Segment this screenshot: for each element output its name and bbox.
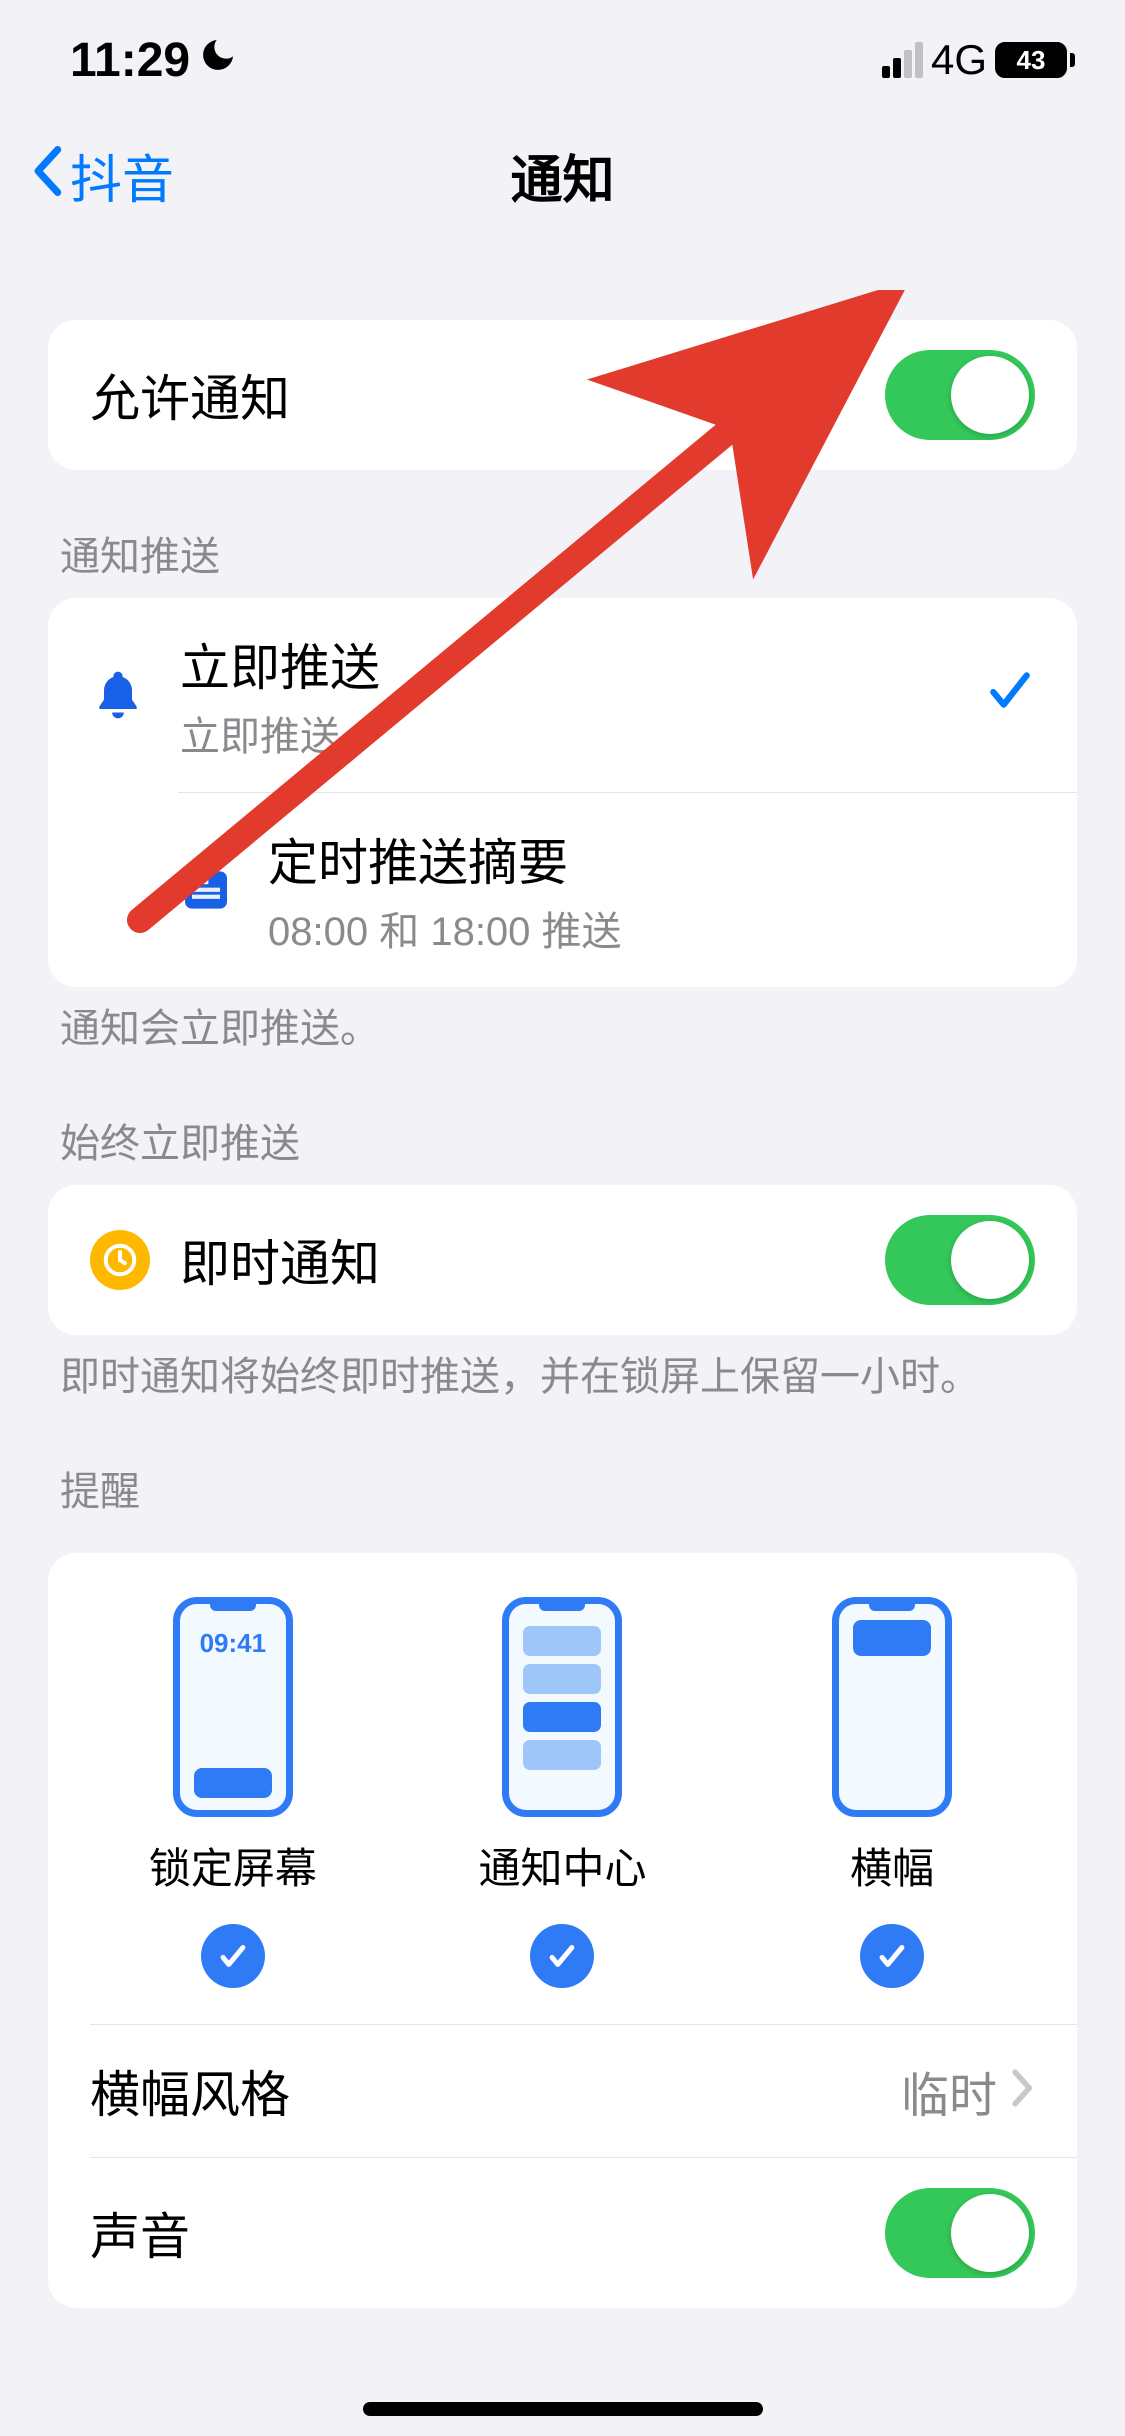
lock-screen-check-icon	[201, 1924, 265, 1988]
alert-style-picker: 09:41 锁定屏幕 通知中心	[48, 1553, 1077, 2024]
alerts-header: 提醒	[48, 1405, 1077, 1533]
lock-screen-glyph: 09:41	[173, 1597, 293, 1817]
delivery-header: 通知推送	[48, 470, 1077, 598]
notification-center-label: 通知中心	[478, 1835, 646, 1896]
delivery-group: 立即推送 立即推送 定时推送摘要 08:00 和 18:00 推送	[48, 598, 1077, 987]
allow-notifications-group: 允许通知	[48, 320, 1077, 470]
time-sensitive-row[interactable]: 即时通知	[48, 1185, 1077, 1335]
lock-screen-label: 锁定屏幕	[149, 1835, 317, 1896]
notification-center-check-icon	[530, 1924, 594, 1988]
sound-label: 声音	[90, 2197, 885, 2269]
always-immediate-header: 始终立即推送	[48, 1057, 1077, 1185]
banners-glyph	[832, 1597, 952, 1817]
battery-icon: 43	[995, 42, 1075, 78]
home-indicator[interactable]	[363, 2402, 763, 2416]
notification-center-option[interactable]: 通知中心	[399, 1597, 725, 1988]
clock-badge-icon	[90, 1230, 180, 1290]
nav-header: 抖音 通知	[0, 100, 1125, 250]
scheduled-summary-title: 定时推送摘要	[268, 823, 1035, 895]
banners-label: 横幅	[850, 1835, 934, 1896]
banner-style-label: 横幅风格	[90, 2055, 901, 2127]
banner-style-row[interactable]: 横幅风格 临时	[48, 2025, 1077, 2157]
allow-notifications-row[interactable]: 允许通知	[48, 320, 1077, 470]
network-type-label: 4G	[931, 36, 987, 84]
lock-screen-option[interactable]: 09:41 锁定屏幕	[70, 1597, 396, 1988]
checkmark-icon	[985, 663, 1035, 728]
do-not-disturb-icon	[198, 35, 238, 85]
immediate-delivery-title: 立即推送	[180, 628, 985, 700]
chevron-left-icon	[30, 141, 64, 210]
always-immediate-footer: 即时通知将始终即时推送，并在锁屏上保留一小时。	[48, 1335, 1077, 1405]
immediate-delivery-sub: 立即推送	[180, 704, 985, 762]
delivery-footer: 通知会立即推送。	[48, 987, 1077, 1057]
banner-style-value: 临时	[901, 2056, 997, 2126]
status-bar: 11:29 4G 43	[0, 0, 1125, 100]
cellular-signal-icon	[882, 42, 923, 78]
allow-notifications-label: 允许通知	[90, 359, 885, 431]
time-sensitive-label: 即时通知	[180, 1224, 885, 1296]
lock-screen-time-glyph: 09:41	[180, 1628, 286, 1659]
alerts-group: 09:41 锁定屏幕 通知中心	[48, 1553, 1077, 2308]
status-time: 11:29	[70, 33, 190, 88]
banners-check-icon	[860, 1924, 924, 1988]
newspaper-icon	[178, 862, 268, 918]
sound-row[interactable]: 声音	[48, 2158, 1077, 2308]
bell-icon	[90, 667, 180, 723]
chevron-right-icon	[1011, 2064, 1035, 2118]
immediate-delivery-row[interactable]: 立即推送 立即推送	[48, 598, 1077, 792]
notification-center-glyph	[502, 1597, 622, 1817]
back-button[interactable]: 抖音	[30, 138, 174, 213]
scheduled-summary-sub: 08:00 和 18:00 推送	[268, 899, 1035, 957]
time-sensitive-toggle[interactable]	[885, 1215, 1035, 1305]
always-immediate-group: 即时通知	[48, 1185, 1077, 1335]
banners-option[interactable]: 横幅	[729, 1597, 1055, 1988]
page-title: 通知	[510, 138, 614, 213]
sound-toggle[interactable]	[885, 2188, 1035, 2278]
back-label: 抖音	[70, 138, 174, 213]
scheduled-summary-row[interactable]: 定时推送摘要 08:00 和 18:00 推送	[178, 792, 1077, 987]
battery-level-label: 43	[1017, 45, 1046, 76]
allow-notifications-toggle[interactable]	[885, 350, 1035, 440]
